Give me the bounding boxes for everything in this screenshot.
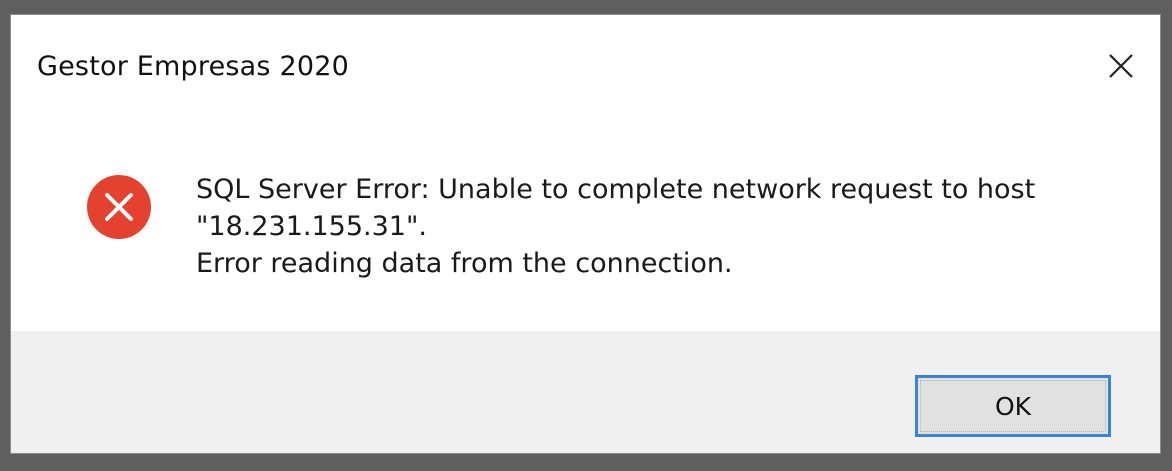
ok-button-label: OK [994,391,1032,421]
error-message-line-2: "18.231.155.31". [196,211,427,242]
error-message: SQL Server Error: Unable to complete net… [196,171,1136,282]
close-icon [1109,54,1133,78]
dialog-content: SQL Server Error: Unable to complete net… [11,107,1160,323]
error-message-line-1: SQL Server Error: Unable to complete net… [196,174,1036,205]
error-icon [87,175,151,239]
title-bar[interactable]: Gestor Empresas 2020 [11,15,1160,107]
button-bar: OK [11,331,1160,453]
error-dialog: Gestor Empresas 2020 SQL Server Error: U… [10,14,1161,454]
close-button[interactable] [1096,41,1146,91]
ok-button[interactable]: OK [915,375,1111,437]
error-message-line-3: Error reading data from the connection. [196,248,733,279]
window-title: Gestor Empresas 2020 [37,51,349,82]
